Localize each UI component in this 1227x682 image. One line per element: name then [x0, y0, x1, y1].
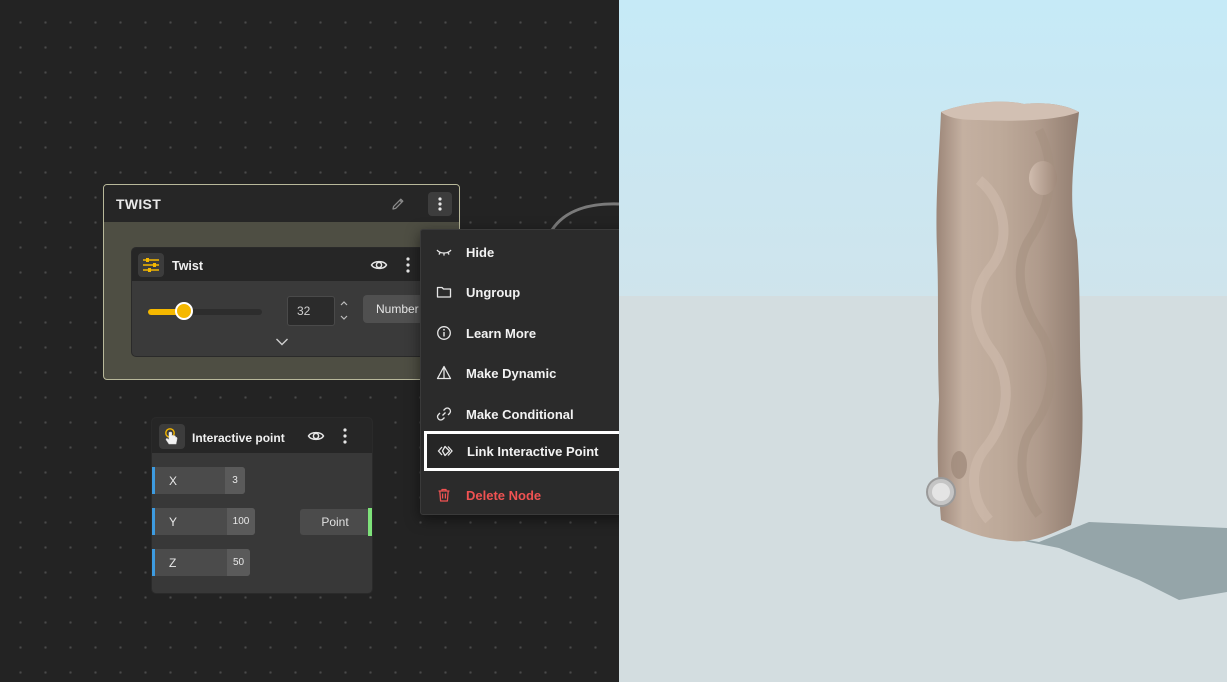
z-value[interactable]: 50	[227, 549, 250, 576]
menu-item-label: Delete Node	[466, 488, 542, 503]
twist-node-title: Twist	[172, 259, 204, 273]
viewport-scene	[619, 0, 1227, 682]
link-point-icon	[437, 445, 453, 457]
twist-slider-thumb[interactable]	[175, 302, 193, 320]
interactive-point-header[interactable]: Interactive point	[152, 418, 372, 453]
twist-slider[interactable]	[148, 302, 262, 320]
trash-icon	[438, 488, 450, 502]
menu-item-label: Make Conditional	[466, 407, 574, 422]
y-label: Y	[169, 515, 178, 529]
menu-item-link-interactive-point[interactable]: Link Interactive Point	[424, 431, 619, 471]
x-input[interactable]: X 3	[152, 467, 245, 494]
menu-item-learn-more[interactable]: Learn More	[421, 313, 619, 353]
menu-item-label: Link Interactive Point	[467, 444, 599, 459]
z-label: Z	[169, 556, 177, 570]
y-input[interactable]: Y 100	[152, 508, 255, 535]
menu-item-make-dynamic[interactable]: Make Dynamic	[421, 353, 619, 393]
twist-group-node[interactable]: TWIST Twist 32 Number	[103, 184, 460, 380]
menu-item-label: Ungroup	[466, 285, 521, 300]
twist-node[interactable]: Twist 32 Number	[131, 247, 453, 357]
group-title: TWIST	[116, 196, 162, 212]
x-value[interactable]: 3	[225, 467, 245, 494]
folder-icon	[436, 286, 452, 298]
3d-viewport[interactable]	[619, 0, 1227, 682]
pencil-icon[interactable]	[390, 196, 406, 212]
menu-item-label: Learn More	[466, 326, 537, 341]
point-output[interactable]: Point	[300, 509, 370, 535]
sliders-icon	[143, 258, 159, 272]
chevron-up-icon	[340, 301, 348, 306]
menu-item-ungroup[interactable]: Ungroup	[421, 272, 619, 312]
node-context-menu: Hide Ungroup Learn More Make Dynamic Mak…	[420, 229, 619, 515]
eye-icon[interactable]	[370, 256, 388, 274]
interactive-point-handle[interactable]	[926, 477, 956, 507]
twist-node-header[interactable]: Twist	[132, 248, 452, 281]
eye-closed-icon	[436, 249, 452, 256]
interactive-point-icon	[159, 424, 185, 449]
kebab-icon[interactable]	[342, 427, 348, 445]
z-input[interactable]: Z 50	[152, 549, 250, 576]
menu-item-label: Make Dynamic	[466, 366, 557, 381]
node-editor-canvas[interactable]: TWIST Twist 32 Number Interactive point …	[0, 0, 619, 682]
group-header[interactable]: TWIST	[104, 185, 459, 222]
interactive-point-node[interactable]: Interactive point X 3 Y 100 Z 50 Point	[151, 417, 373, 594]
twisted-column-model[interactable]	[936, 101, 1083, 542]
pyramid-icon	[436, 365, 452, 380]
link-icon	[436, 407, 452, 421]
group-menu-button[interactable]	[428, 192, 452, 216]
kebab-icon[interactable]	[405, 256, 411, 274]
kebab-icon	[438, 197, 442, 211]
x-label: X	[169, 474, 178, 488]
sky	[619, 0, 1227, 300]
chevron-down-icon	[340, 315, 348, 320]
value-stepper[interactable]	[337, 296, 351, 326]
point-output-socket[interactable]	[368, 508, 372, 536]
eye-icon[interactable]	[307, 427, 325, 445]
menu-item-label: Hide	[466, 245, 495, 260]
hand-pointer-icon	[165, 427, 178, 444]
interactive-point-title: Interactive point	[192, 431, 285, 445]
twist-value-input[interactable]: 32	[287, 296, 335, 326]
menu-item-delete-node[interactable]: Delete Node	[421, 475, 619, 515]
ground-plane	[619, 296, 1227, 682]
menu-item-hide[interactable]: Hide	[421, 232, 619, 272]
info-icon	[437, 326, 451, 340]
menu-item-make-conditional[interactable]: Make Conditional	[421, 394, 619, 434]
chevron-down-icon[interactable]	[275, 337, 289, 347]
twist-node-icon	[138, 253, 164, 277]
y-value[interactable]: 100	[227, 508, 255, 535]
